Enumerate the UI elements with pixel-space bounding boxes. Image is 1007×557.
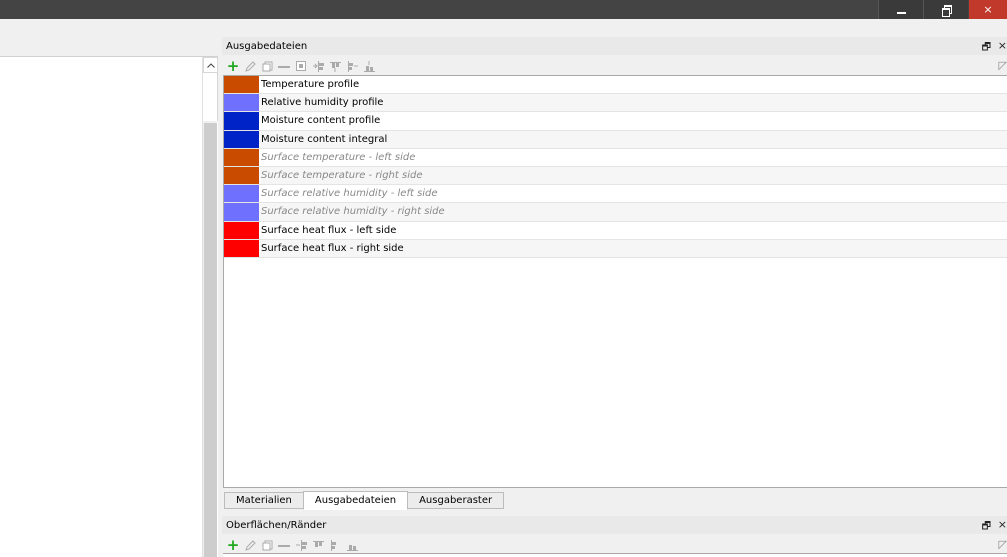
list-item[interactable]: Surface relative humidity - right side	[224, 203, 1007, 222]
scroll-thumb[interactable]	[204, 123, 217, 557]
color-swatch	[224, 112, 259, 130]
output-files-dock-title: Ausgabedateien 🗗 ×	[222, 37, 1007, 55]
scroll-up-button[interactable]	[203, 57, 218, 73]
restore-icon	[941, 5, 952, 17]
chevron-up-icon	[206, 62, 215, 68]
dock-title-label: Oberflächen/Ränder	[226, 519, 327, 531]
list-item-label: Surface temperature - right side	[261, 170, 423, 182]
list-item-label: Moisture content integral	[261, 133, 388, 145]
list-item-label: Moisture content profile	[261, 115, 381, 127]
list-item-label: Relative humidity profile	[261, 97, 384, 109]
add-icon[interactable]: +	[226, 58, 240, 73]
select-icon[interactable]	[294, 59, 308, 73]
scroll-track[interactable]	[203, 73, 218, 121]
close-icon: ×	[983, 3, 993, 16]
list-item[interactable]: Surface temperature - left side	[224, 148, 1007, 167]
list-item[interactable]: Surface relative humidity - left side	[224, 185, 1007, 204]
surfaces-toolbar: + ◸	[224, 536, 1007, 554]
align-bottom-icon[interactable]	[362, 59, 376, 73]
list-item[interactable]: Surface heat flux - left side	[224, 221, 1007, 240]
menu-strip	[0, 19, 1007, 37]
title-bar: ×	[0, 0, 1007, 19]
list-item-label: Temperature profile	[261, 79, 360, 91]
edit-icon[interactable]	[243, 59, 257, 73]
close-window-button[interactable]: ×	[969, 0, 1007, 19]
color-swatch	[224, 185, 259, 203]
list-item-label: Surface relative humidity - right side	[261, 206, 445, 218]
align-left-icon[interactable]	[311, 59, 325, 73]
align-top-icon[interactable]	[328, 59, 342, 73]
float-dock-icon[interactable]: 🗗	[982, 40, 991, 57]
minimize-button[interactable]	[878, 0, 923, 19]
surfaces-dock-title: Oberflächen/Ränder 🗗 ×	[222, 516, 1007, 534]
align-left-icon[interactable]	[294, 538, 308, 552]
remove-icon[interactable]	[277, 59, 291, 73]
list-item[interactable]: Surface temperature - right side	[224, 166, 1007, 186]
color-swatch	[224, 148, 259, 166]
list-item[interactable]: Moisture content profile	[224, 112, 1007, 131]
left-panel-scrollbar[interactable]	[202, 57, 218, 557]
list-item[interactable]: Relative humidity profile	[224, 94, 1007, 113]
list-item[interactable]: Surface heat flux - right side	[224, 239, 1007, 258]
output-files-list[interactable]: Temperature profile Relative humidity pro…	[223, 75, 1007, 488]
surfaces-list[interactable]	[223, 553, 1007, 557]
dock-title-label: Ausgabedateien	[226, 40, 308, 52]
color-swatch	[224, 239, 259, 257]
edit-icon[interactable]	[243, 538, 257, 552]
color-swatch	[224, 130, 259, 148]
color-swatch	[224, 94, 259, 112]
output-files-toolbar: + ◸	[224, 57, 1007, 75]
dock-tabs: Materialien Ausgabedateien Ausgaberaster	[224, 491, 505, 510]
color-swatch	[224, 221, 259, 239]
minimize-icon	[896, 11, 906, 14]
add-icon[interactable]: +	[226, 537, 240, 552]
copy-icon[interactable]	[260, 538, 274, 552]
tab-ausgaberaster[interactable]: Ausgaberaster	[407, 492, 505, 509]
list-item-label: Surface heat flux - right side	[261, 242, 404, 254]
float-dock-icon[interactable]: 🗗	[982, 519, 991, 536]
list-item[interactable]: Moisture content integral	[224, 130, 1007, 149]
color-swatch	[224, 203, 259, 221]
list-item-label: Surface relative humidity - left side	[261, 188, 438, 200]
close-dock-icon[interactable]: ×	[998, 518, 1007, 531]
align-right-icon[interactable]	[328, 538, 342, 552]
tab-ausgabedateien[interactable]: Ausgabedateien	[302, 491, 409, 510]
resize-corner-icon: ◸	[998, 59, 1007, 72]
color-swatch	[224, 76, 259, 94]
tab-materialien[interactable]: Materialien	[224, 492, 304, 509]
align-right-icon[interactable]	[345, 59, 359, 73]
list-item[interactable]: Temperature profile	[224, 76, 1007, 95]
remove-icon[interactable]	[277, 538, 291, 552]
color-swatch	[224, 166, 259, 185]
list-item-label: Surface temperature - left side	[261, 151, 416, 163]
align-top-icon[interactable]	[311, 538, 325, 552]
restore-button[interactable]	[923, 0, 968, 19]
close-dock-icon[interactable]: ×	[998, 39, 1007, 52]
copy-icon[interactable]	[260, 59, 274, 73]
left-panel	[0, 56, 218, 557]
align-bottom-icon[interactable]	[345, 538, 359, 552]
list-item-label: Surface heat flux - left side	[261, 224, 397, 236]
resize-corner-icon: ◸	[998, 538, 1007, 551]
